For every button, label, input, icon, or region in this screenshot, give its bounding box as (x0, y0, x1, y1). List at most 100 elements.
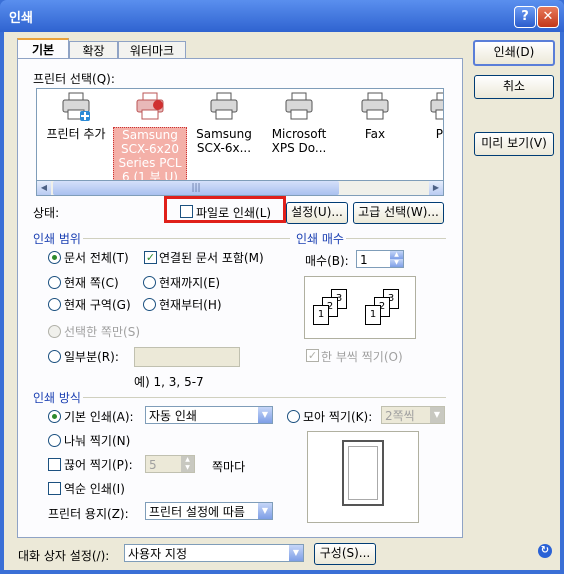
method-cut-checkbox[interactable] (48, 458, 61, 471)
range-section-label: 현재 구역(G) (64, 298, 131, 312)
advanced-button[interactable]: 고급 선택(W)... (353, 202, 444, 224)
page-icon: 1 (313, 305, 329, 325)
range-current-page-radio[interactable] (48, 276, 61, 289)
spin-up-icon[interactable]: ▲ (390, 251, 403, 259)
range-pages-input[interactable] (134, 347, 240, 367)
collate-checkbox[interactable]: ✓ (306, 349, 319, 362)
range-some-radio[interactable] (48, 350, 61, 363)
method-cut-suffix: 쪽마다 (212, 460, 246, 474)
scroll-left-icon[interactable]: ◀ (37, 181, 51, 195)
method-basic-select[interactable]: 자동 인쇄 ▼ (145, 406, 273, 424)
printer-item[interactable]: Samsung SCX-6x20 Series PCL 6 (1 부 U) (113, 91, 187, 181)
printer-list-scrollbar[interactable]: ◀ ||| ▶ (36, 180, 444, 196)
cut-spinner[interactable]: ▲ ▼ (181, 456, 194, 472)
range-all-radio[interactable] (48, 251, 61, 264)
method-gather-value: 2쪽씩 (385, 409, 415, 423)
paper-value: 프린터 설정에 따름 (149, 505, 245, 519)
printer-icon (208, 91, 240, 125)
include-linked-checkbox[interactable]: ✓ (144, 251, 157, 264)
collate-label: 한 부씩 찍기(O) (321, 350, 403, 364)
copies-count-value: 1 (360, 253, 368, 267)
printer-item-label: Microsoft XPS Do... (271, 127, 327, 155)
printer-item[interactable]: Fax (338, 91, 412, 141)
page-icon: 1 (365, 305, 381, 325)
printer-item[interactable]: PD (407, 91, 443, 141)
title-bar: 인쇄 ? ✕ (0, 0, 564, 32)
range-from-current-label: 현재부터(H) (159, 298, 222, 312)
printer-icon (283, 91, 315, 125)
print-dialog: 인쇄 ? ✕ 기본 확장 워터마크 인쇄(D) 취소 미리 보기(V) 프린터 … (0, 0, 564, 574)
method-group-line (33, 397, 446, 398)
scrollbar-thumb[interactable]: ||| (53, 181, 339, 195)
range-selection-label: 선택한 쪽만(S) (64, 325, 140, 339)
chevron-down-icon[interactable]: ▼ (258, 503, 272, 519)
printer-item-label: PD (435, 127, 443, 141)
printer-item[interactable]: 프린터 추가 (39, 91, 113, 141)
window-title: 인쇄 (9, 11, 33, 26)
printer-icon (428, 91, 443, 125)
paper-select[interactable]: 프린터 설정에 따름 ▼ (145, 502, 273, 520)
method-cut-input[interactable]: 5 ▲ ▼ (145, 455, 195, 473)
printer-icon (134, 91, 166, 125)
method-group-title: 인쇄 방식 (31, 389, 83, 406)
dialog-settings-select[interactable]: 사용자 지정 ▼ (124, 544, 304, 562)
printer-item[interactable]: Microsoft XPS Do... (262, 91, 336, 155)
copies-spinner[interactable]: ▲ ▼ (390, 251, 403, 267)
printer-select-label: 프린터 선택(Q): (33, 72, 115, 86)
range-some-label: 일부분(R): (64, 350, 119, 364)
printer-item-label: Samsung SCX-6x20 Series PCL 6 (1 부 U) (113, 127, 187, 181)
spin-down-icon[interactable]: ▼ (181, 464, 194, 472)
range-example-label: 예) 1, 3, 5-7 (134, 375, 204, 389)
copies-count-input[interactable]: 1 ▲ ▼ (356, 250, 404, 268)
range-from-current-radio[interactable] (143, 298, 156, 311)
printer-icon (359, 91, 391, 125)
method-basic-value: 자동 인쇄 (149, 409, 197, 423)
dialog-settings-label: 대화 상자 설정(/): (18, 549, 110, 563)
copies-count-label: 매수(B): (305, 254, 349, 268)
chevron-down-icon[interactable]: ▼ (430, 407, 444, 423)
add-printer-icon (60, 91, 92, 125)
spin-up-icon[interactable]: ▲ (181, 456, 194, 464)
method-basic-label: 기본 인쇄(A): (64, 410, 134, 424)
range-to-current-label: 현재까지(E) (159, 276, 221, 290)
paper-label: 프린터 용지(Z): (48, 507, 129, 521)
dialog-settings-value: 사용자 지정 (128, 547, 188, 561)
status-label: 상태: (33, 206, 60, 220)
scroll-right-icon[interactable]: ▶ (429, 181, 443, 195)
help-icon[interactable]: ? (514, 6, 536, 28)
printer-item-label: Samsung SCX-6x... (196, 127, 252, 155)
method-split-radio[interactable] (48, 434, 61, 447)
method-reverse-label: 역순 인쇄(I) (64, 482, 125, 496)
paper-thumbnail (342, 440, 384, 506)
chevron-down-icon[interactable]: ▼ (258, 407, 272, 423)
method-gather-label: 모아 찍기(K): (303, 410, 373, 424)
configure-button[interactable]: 구성(S)... (314, 543, 376, 565)
range-all-label: 문서 전체(T) (64, 251, 129, 265)
range-to-current-radio[interactable] (143, 276, 156, 289)
method-gather-radio[interactable] (287, 410, 300, 423)
printer-item[interactable]: Samsung SCX-6x... (187, 91, 261, 155)
range-selection-radio[interactable] (48, 325, 61, 338)
page-preview (307, 431, 419, 523)
help-circle-icon[interactable]: ↻ (538, 544, 552, 558)
cancel-button[interactable]: 취소 (474, 75, 554, 99)
spin-down-icon[interactable]: ▼ (390, 259, 403, 267)
range-group-title: 인쇄 범위 (31, 230, 83, 247)
range-current-page-label: 현재 쪽(C) (64, 276, 119, 290)
printer-item-label: 프린터 추가 (46, 127, 106, 141)
method-gather-select[interactable]: 2쪽씩 ▼ (381, 406, 445, 424)
method-cut-label: 끊어 찍기(P): (64, 458, 133, 472)
range-section-radio[interactable] (48, 298, 61, 311)
close-icon[interactable]: ✕ (537, 6, 559, 28)
copies-group-title: 인쇄 매수 (294, 230, 346, 247)
method-cut-value: 5 (149, 458, 157, 472)
chevron-down-icon[interactable]: ▼ (289, 545, 303, 561)
printer-list: 프린터 추가 Samsung SCX-6x20 Series PCL 6 (1 … (36, 88, 444, 182)
print-button[interactable]: 인쇄(D) (473, 40, 555, 66)
collate-illustration: 3 2 1 3 2 1 (304, 276, 416, 339)
settings-button[interactable]: 설정(U)... (286, 202, 348, 224)
printer-item-label: Fax (364, 127, 386, 141)
method-reverse-checkbox[interactable] (48, 482, 61, 495)
preview-button[interactable]: 미리 보기(V) (474, 132, 554, 156)
method-basic-radio[interactable] (48, 410, 61, 423)
